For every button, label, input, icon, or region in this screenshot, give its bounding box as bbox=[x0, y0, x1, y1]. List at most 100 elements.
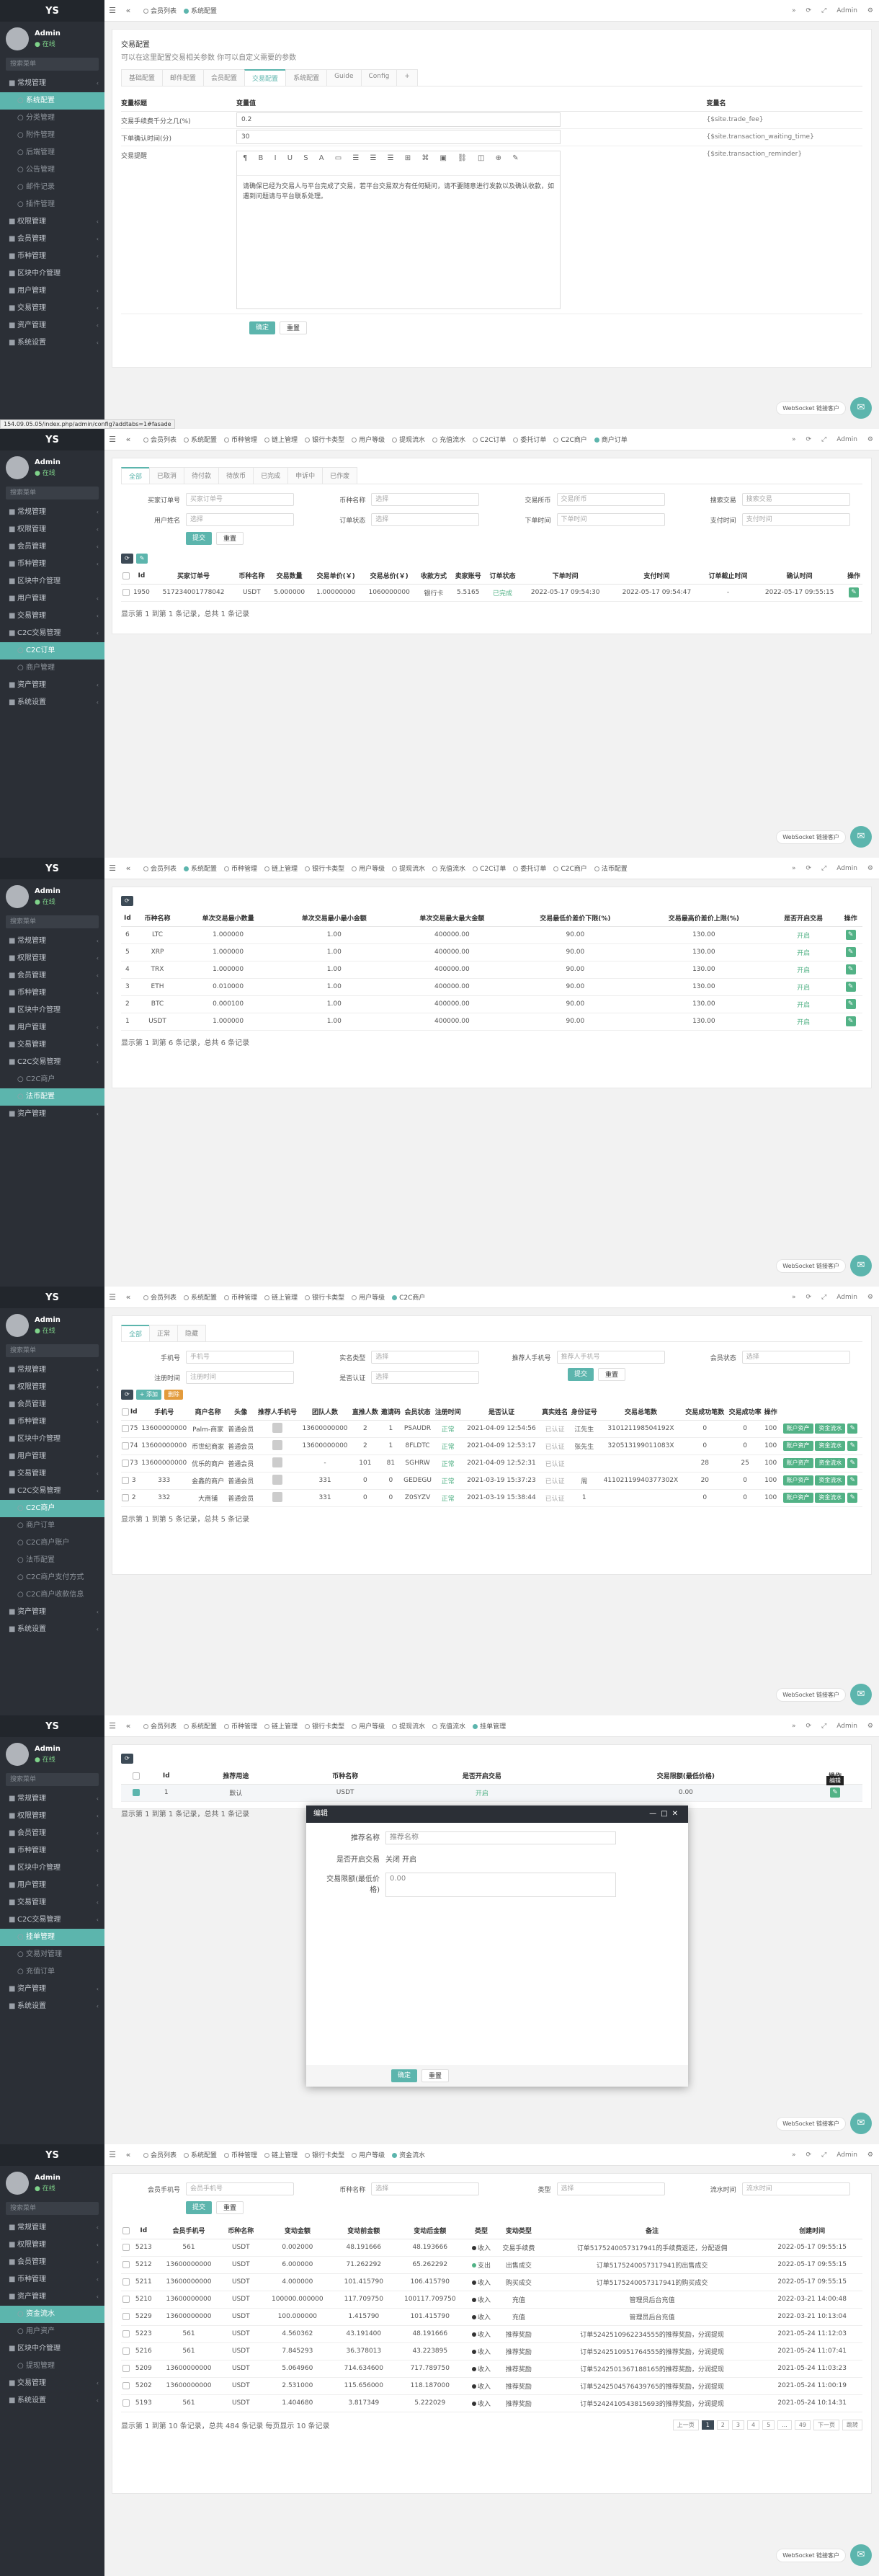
checkbox[interactable] bbox=[122, 2399, 130, 2407]
sidebar-item[interactable]: ○ C2C订单 bbox=[0, 642, 104, 659]
checkbox[interactable] bbox=[122, 2260, 130, 2268]
page-button[interactable]: 下一页 bbox=[813, 2419, 839, 2430]
prev-icon[interactable]: « bbox=[120, 1292, 136, 1302]
sidebar-item[interactable]: ■ 资产管理 ‹ bbox=[0, 1106, 104, 1123]
sidebar-item[interactable]: ■ 资产管理 ‹ bbox=[0, 2288, 104, 2306]
menu-toggle-icon[interactable]: ☰ bbox=[104, 863, 120, 873]
prev-icon[interactable]: « bbox=[120, 863, 136, 873]
filter-input[interactable]: 推荐人手机号 bbox=[556, 1351, 665, 1364]
tab-11[interactable]: 商户订单 bbox=[594, 435, 628, 444]
sidebar-item[interactable]: ○ 系统配置 bbox=[0, 92, 104, 110]
sidebar-item[interactable]: ■ 区块中介管理 bbox=[0, 2340, 104, 2358]
checkbox[interactable] bbox=[122, 2364, 130, 2372]
menu-toggle-icon[interactable]: ☰ bbox=[104, 2150, 120, 2159]
sidebar-item[interactable]: ■ 币种管理 ‹ bbox=[0, 1842, 104, 1860]
next-icon[interactable]: » bbox=[792, 436, 796, 443]
refresh-icon[interactable]: ⟳ bbox=[806, 436, 811, 443]
fullscreen-icon[interactable]: ⤢ bbox=[821, 7, 826, 14]
sidebar-item[interactable]: ■ 用户管理 ‹ bbox=[0, 590, 104, 608]
tab-3[interactable]: 链上管理 bbox=[264, 863, 298, 873]
sidebar-item[interactable]: ■ 系统设置 ‹ bbox=[0, 1621, 104, 1638]
modal-field-input[interactable]: 0.00 bbox=[385, 1873, 616, 1897]
checkbox[interactable] bbox=[133, 1772, 140, 1780]
sidebar-item[interactable]: ■ 交易管理 ‹ bbox=[0, 1036, 104, 1054]
fund-flow-button[interactable]: 资金流水 bbox=[815, 1475, 846, 1485]
sidebar-item[interactable]: ■ 常规管理 ‹ bbox=[0, 2219, 104, 2237]
page-button[interactable]: ... bbox=[777, 2420, 792, 2430]
sidebar-item[interactable]: ■ 常规管理 ‹ bbox=[0, 1790, 104, 1808]
admin-link[interactable]: Admin bbox=[836, 2151, 857, 2159]
admin-link[interactable]: Admin bbox=[836, 1723, 857, 1730]
checkbox[interactable] bbox=[122, 2347, 130, 2355]
chat-bubble-icon[interactable]: ✉ bbox=[850, 1684, 872, 1705]
tab-10[interactable]: C2C商户 bbox=[553, 863, 587, 873]
filter-input[interactable]: 手机号 bbox=[186, 1351, 294, 1364]
settings-icon[interactable]: ⚙ bbox=[867, 2151, 873, 2159]
tab-1[interactable]: 系统配置 bbox=[184, 6, 217, 15]
row-select[interactable] bbox=[121, 2377, 132, 2395]
next-icon[interactable]: » bbox=[792, 2151, 796, 2159]
sidebar-item[interactable]: ○ 附件管理 bbox=[0, 127, 104, 144]
tab-2[interactable]: 币种管理 bbox=[224, 863, 257, 873]
tab-5[interactable]: 用户等级 bbox=[352, 1292, 385, 1302]
edit-icon[interactable]: ✎ bbox=[847, 1423, 858, 1434]
checkbox[interactable] bbox=[122, 2312, 130, 2320]
tab-8[interactable]: 挂单管理 bbox=[473, 1721, 506, 1731]
row-select[interactable] bbox=[121, 1489, 130, 1507]
sidebar-item[interactable]: ■ 权限管理 ‹ bbox=[0, 950, 104, 967]
checkbox[interactable] bbox=[121, 1459, 129, 1467]
sidebar-item[interactable]: ■ 会员管理 ‹ bbox=[0, 967, 104, 985]
sidebar-item[interactable]: ■ 区块中介管理 bbox=[0, 265, 104, 283]
sidebar-item[interactable]: ■ 币种管理 ‹ bbox=[0, 985, 104, 1002]
filter-input[interactable]: 注册时间 bbox=[186, 1371, 294, 1384]
sidebar-item[interactable]: ■ 币种管理 ‹ bbox=[0, 248, 104, 265]
sidebar-item[interactable]: ○ C2C商户收款信息 bbox=[0, 1586, 104, 1604]
row-select[interactable] bbox=[121, 1454, 130, 1473]
menu-toggle-icon[interactable]: ☰ bbox=[104, 6, 120, 15]
filter-input[interactable]: 买家订单号 bbox=[186, 493, 294, 506]
tab-0[interactable]: 会员列表 bbox=[143, 435, 177, 444]
row-select[interactable] bbox=[121, 1420, 130, 1438]
menu-toggle-icon[interactable]: ☰ bbox=[104, 1721, 120, 1731]
chat-widget[interactable]: WebSocket 链接客户 ✉ bbox=[776, 1255, 872, 1276]
edit-icon[interactable]: ✎ bbox=[845, 1016, 856, 1026]
edit-icon[interactable]: ✎ bbox=[847, 1458, 858, 1468]
tab-5[interactable]: 用户等级 bbox=[352, 1721, 385, 1731]
select-all[interactable] bbox=[121, 2223, 132, 2239]
panel-tab[interactable]: 系统配置 bbox=[285, 69, 328, 86]
tab-0[interactable]: 会员列表 bbox=[143, 863, 177, 873]
sidebar-search-input[interactable]: 搜索菜单 bbox=[6, 58, 99, 71]
sidebar-search-input[interactable]: 搜索菜单 bbox=[6, 1773, 99, 1786]
sidebar-item[interactable]: ■ 用户管理 ‹ bbox=[0, 1019, 104, 1036]
sidebar-item[interactable]: ■ 交易管理 ‹ bbox=[0, 1465, 104, 1483]
page-button[interactable]: 4 bbox=[746, 2420, 760, 2430]
filter-input[interactable]: 选择 bbox=[741, 1351, 850, 1364]
sidebar-search-input[interactable]: 搜索菜单 bbox=[6, 1344, 99, 1357]
sidebar-item[interactable]: ○ 交易对管理 bbox=[0, 1946, 104, 1963]
sidebar-item[interactable]: ■ 用户管理 ‹ bbox=[0, 1448, 104, 1465]
filter-input[interactable]: 选择 bbox=[186, 513, 294, 526]
reset-button[interactable]: 重置 bbox=[216, 532, 244, 545]
fullscreen-icon[interactable]: ⤢ bbox=[821, 1723, 826, 1730]
reset-button[interactable]: 重置 bbox=[598, 1368, 626, 1381]
sidebar-item[interactable]: ■ 权限管理 ‹ bbox=[0, 2237, 104, 2254]
panel-tab[interactable]: 待放币 bbox=[218, 467, 254, 484]
sidebar-item[interactable]: ■ 资产管理 ‹ bbox=[0, 1981, 104, 1998]
minimize-icon[interactable]: — bbox=[649, 1810, 661, 1818]
tab-2[interactable]: 币种管理 bbox=[224, 1292, 257, 1302]
chat-bubble-icon[interactable]: ✉ bbox=[850, 1255, 872, 1276]
sidebar-item[interactable]: ■ 系统设置 ‹ bbox=[0, 2392, 104, 2410]
sidebar-item[interactable]: ■ 系统设置 ‹ bbox=[0, 1998, 104, 2015]
chat-widget[interactable]: WebSocket 链接客户 ✉ bbox=[776, 2113, 872, 2134]
sidebar-item[interactable]: ○ 商户管理 bbox=[0, 659, 104, 677]
checkbox[interactable] bbox=[122, 572, 130, 579]
sidebar-item[interactable]: ■ 常规管理 ‹ bbox=[0, 933, 104, 950]
sidebar-item[interactable]: ○ 用户资产 bbox=[0, 2323, 104, 2340]
settings-icon[interactable]: ⚙ bbox=[867, 7, 873, 14]
search-button[interactable]: 提交 bbox=[186, 532, 213, 545]
tab-4[interactable]: 银行卡类型 bbox=[305, 2150, 344, 2159]
panel-tab[interactable]: 正常 bbox=[149, 1325, 179, 1341]
edit-button[interactable]: ✎ bbox=[135, 554, 148, 564]
next-icon[interactable]: » bbox=[792, 1723, 796, 1730]
reset-button[interactable]: 重置 bbox=[216, 2201, 244, 2214]
